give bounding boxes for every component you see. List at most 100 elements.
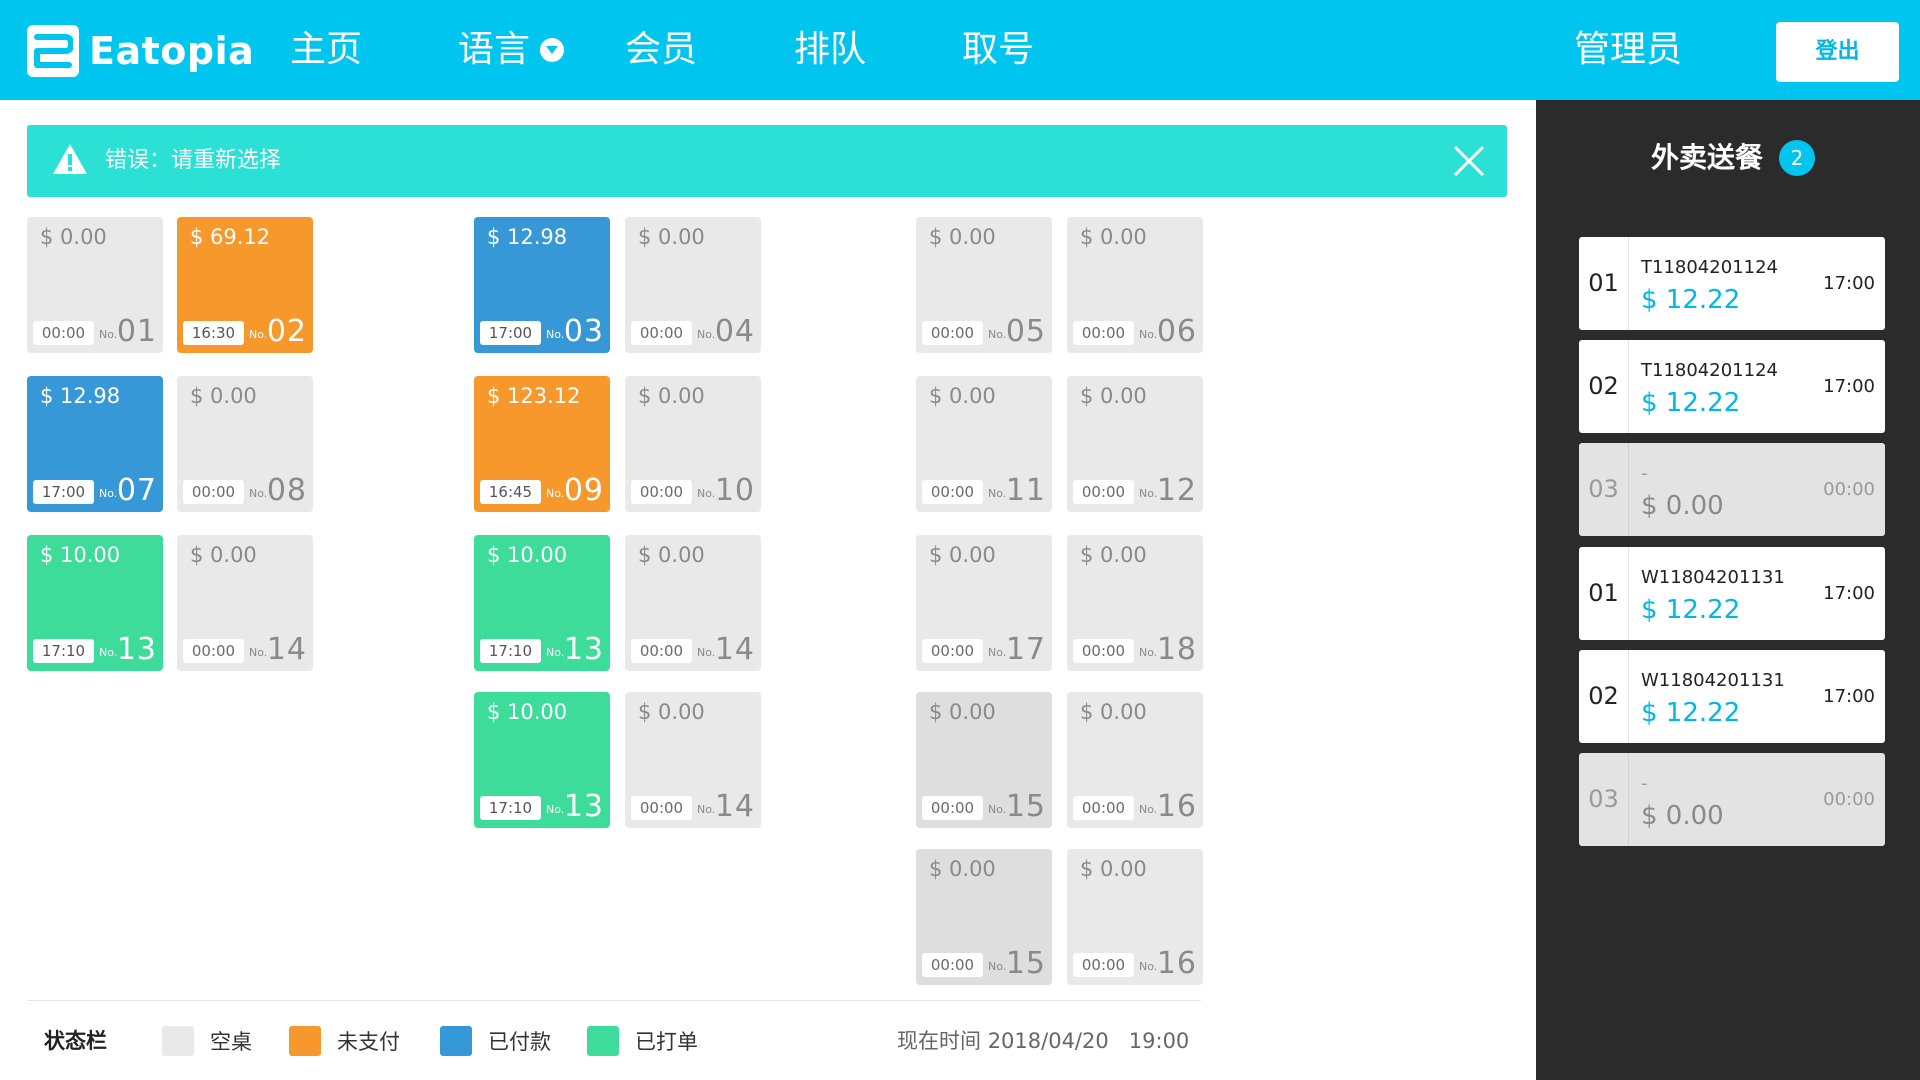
order-index: 03 [1579, 753, 1629, 846]
takeout-order-card[interactable]: 02 W11804201131 $ 12.22 17:00 [1579, 650, 1885, 743]
error-message: 错误：请重新选择 [105, 148, 282, 173]
table-amount: $ 0.00 [40, 225, 107, 249]
current-time: 现在时间 2018/04/20 19:00 [897, 1026, 1189, 1056]
order-time: 17:00 [1823, 583, 1875, 604]
order-index: 01 [1579, 237, 1629, 330]
table-no-label: No. [249, 487, 268, 500]
logout-button[interactable]: 登出 [1776, 22, 1899, 82]
takeout-order-card-empty[interactable]: 03 - $ 0.00 00:00 [1579, 443, 1885, 536]
table-card-03[interactable]: $ 12.98 17:00 No. 03 [474, 217, 610, 353]
brand-logo[interactable]: Eatopia [27, 25, 254, 77]
table-amount: $ 12.98 [40, 384, 121, 408]
table-card-14[interactable]: $ 0.00 00:00 No. 14 [625, 535, 761, 671]
table-number: 14 [714, 789, 755, 824]
nav-take-number[interactable]: 取号 [962, 0, 1034, 100]
takeout-order-card[interactable]: 02 T11804201124 $ 12.22 17:00 [1579, 340, 1885, 433]
order-code: T11804201124 [1641, 257, 1778, 278]
table-number: 01 [116, 314, 157, 349]
close-icon[interactable] [1451, 143, 1487, 179]
table-amount: $ 0.00 [638, 225, 705, 249]
table-time: 16:30 [183, 321, 244, 345]
table-number: 11 [1005, 473, 1046, 508]
nav-member-label: 会员 [625, 29, 698, 70]
table-card-12[interactable]: $ 0.00 00:00 No. 12 [1067, 376, 1203, 512]
admin-label: 管理员 [1574, 29, 1683, 70]
table-card-11[interactable]: $ 0.00 00:00 No. 11 [916, 376, 1052, 512]
table-card-08[interactable]: $ 0.00 00:00 No. 08 [177, 376, 313, 512]
table-card-14[interactable]: $ 0.00 00:00 No. 14 [625, 692, 761, 828]
table-no-label: No. [1139, 487, 1158, 500]
table-card-17[interactable]: $ 0.00 00:00 No. 17 [916, 535, 1052, 671]
table-amount: $ 0.00 [929, 543, 996, 567]
table-card-15[interactable]: $ 0.00 00:00 No. 15 [916, 692, 1052, 828]
table-time: 00:00 [183, 480, 244, 504]
current-time-label: 现在时间 [897, 1029, 981, 1053]
eatopia-logo-icon [27, 25, 79, 77]
table-number: 16 [1156, 789, 1197, 824]
nav-queue[interactable]: 排队 [794, 0, 866, 100]
table-no-label: No. [99, 646, 118, 659]
order-code: W11804201131 [1641, 567, 1785, 588]
table-no-label: No. [988, 803, 1007, 816]
table-amount: $ 123.12 [487, 384, 581, 408]
takeout-count-badge: 2 [1779, 140, 1816, 176]
table-no-label: No. [988, 646, 1007, 659]
table-card-18[interactable]: $ 0.00 00:00 No. 18 [1067, 535, 1203, 671]
order-code: - [1641, 773, 1648, 794]
nav-member[interactable]: 会员 [625, 0, 697, 100]
table-card-10[interactable]: $ 0.00 00:00 No. 10 [625, 376, 761, 512]
takeout-panel: 外卖送餐 2 01 T11804201124 $ 12.22 17:00 02 … [1536, 100, 1920, 1080]
table-no-label: No. [99, 487, 118, 500]
table-no-label: No. [697, 803, 716, 816]
legend-label-empty: 空桌 [210, 1030, 252, 1054]
table-number: 08 [266, 473, 307, 508]
table-card-13[interactable]: $ 10.00 17:10 No. 13 [474, 535, 610, 671]
status-divider [27, 1000, 1201, 1001]
table-card-02[interactable]: $ 69.12 16:30 No. 02 [177, 217, 313, 353]
table-card-16[interactable]: $ 0.00 00:00 No. 16 [1067, 692, 1203, 828]
table-time: 16:45 [480, 480, 541, 504]
table-amount: $ 69.12 [190, 225, 271, 249]
table-card-13[interactable]: $ 10.00 17:10 No. 13 [474, 692, 610, 828]
takeout-order-card[interactable]: 01 T11804201124 $ 12.22 17:00 [1579, 237, 1885, 330]
table-time: 17:10 [480, 639, 541, 663]
error-alert: 错误：请重新选择 [27, 125, 1507, 197]
table-card-16[interactable]: $ 0.00 00:00 No. 16 [1067, 849, 1203, 985]
table-time: 00:00 [631, 321, 692, 345]
table-amount: $ 0.00 [929, 225, 996, 249]
table-number: 06 [1156, 314, 1197, 349]
table-time: 00:00 [922, 321, 983, 345]
table-no-label: No. [546, 803, 565, 816]
table-card-06[interactable]: $ 0.00 00:00 No. 06 [1067, 217, 1203, 353]
table-amount: $ 0.00 [638, 384, 705, 408]
table-no-label: No. [988, 960, 1007, 973]
table-amount: $ 0.00 [1080, 857, 1147, 881]
table-card-13[interactable]: $ 10.00 17:10 No. 13 [27, 535, 163, 671]
order-index: 01 [1579, 547, 1629, 640]
table-time: 17:00 [33, 480, 94, 504]
table-card-04[interactable]: $ 0.00 00:00 No. 04 [625, 217, 761, 353]
nav-language[interactable]: 语言 [458, 0, 565, 100]
takeout-order-card[interactable]: 01 W11804201131 $ 12.22 17:00 [1579, 547, 1885, 640]
table-number: 14 [266, 632, 307, 667]
table-card-05[interactable]: $ 0.00 00:00 No. 05 [916, 217, 1052, 353]
table-no-label: No. [99, 328, 118, 341]
table-amount: $ 0.00 [1080, 543, 1147, 567]
table-card-07[interactable]: $ 12.98 17:00 No. 07 [27, 376, 163, 512]
legend-printed: 已打单 [587, 1026, 698, 1056]
table-amount: $ 0.00 [638, 543, 705, 567]
order-price: $ 12.22 [1641, 698, 1741, 728]
table-number: 05 [1005, 314, 1046, 349]
warning-triangle-icon [53, 144, 87, 174]
table-amount: $ 0.00 [929, 857, 996, 881]
table-card-01[interactable]: $ 0.00 00:00 No. 01 [27, 217, 163, 353]
table-card-09[interactable]: $ 123.12 16:45 No. 09 [474, 376, 610, 512]
table-no-label: No. [988, 487, 1007, 500]
table-amount: $ 10.00 [487, 700, 568, 724]
table-number: 02 [266, 314, 307, 349]
takeout-order-card-empty[interactable]: 03 - $ 0.00 00:00 [1579, 753, 1885, 846]
nav-home[interactable]: 主页 [290, 0, 362, 100]
table-card-14[interactable]: $ 0.00 00:00 No. 14 [177, 535, 313, 671]
table-card-15[interactable]: $ 0.00 00:00 No. 15 [916, 849, 1052, 985]
order-index: 02 [1579, 650, 1629, 743]
